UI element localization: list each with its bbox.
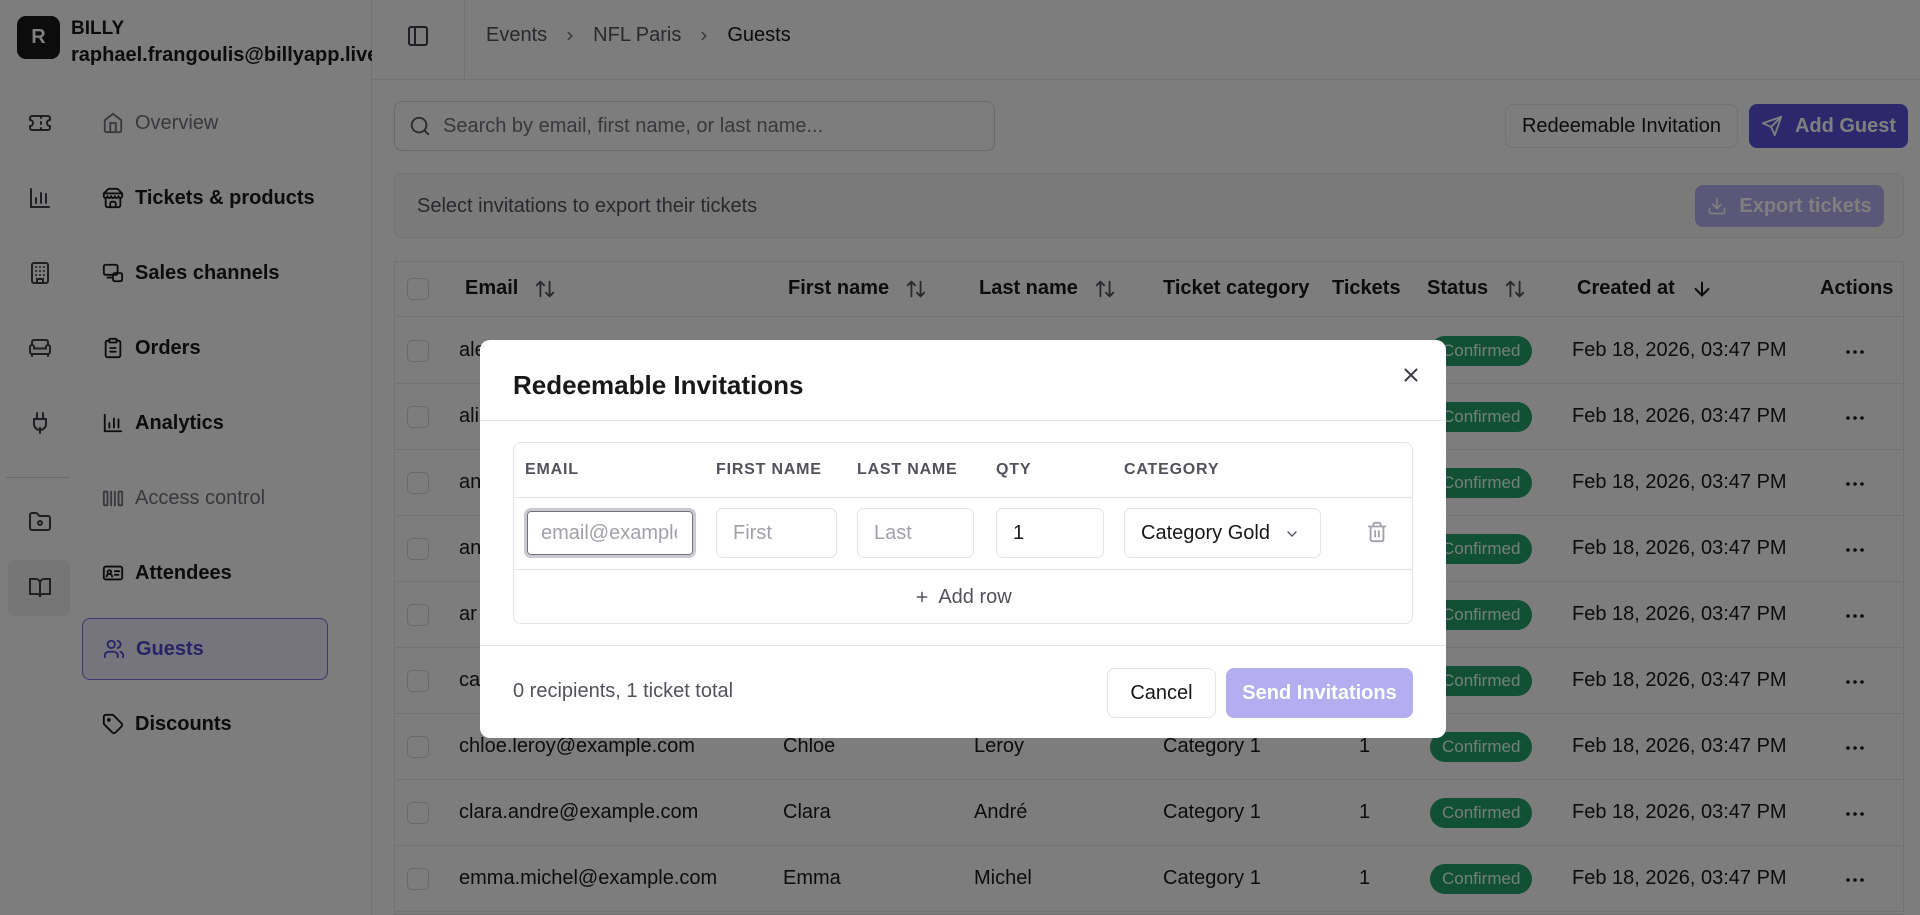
first-name-field[interactable] [716, 508, 837, 558]
qty-field[interactable] [996, 508, 1104, 558]
dialog-divider [480, 420, 1446, 421]
table-divider [514, 497, 1412, 498]
plus-icon [916, 591, 928, 603]
close-icon[interactable] [1400, 364, 1422, 386]
add-row-label: Add row [938, 585, 1012, 608]
category-select[interactable]: Category Gold [1124, 508, 1321, 558]
dialog-divider [480, 645, 1446, 646]
add-row-button[interactable]: Add row [514, 571, 1412, 623]
col-last-name: LAST NAME [857, 461, 958, 478]
trash-icon[interactable] [1366, 521, 1388, 543]
table-divider [514, 569, 1412, 570]
redeemable-invitations-dialog: Redeemable Invitations EMAIL FIRST NAME … [480, 340, 1446, 738]
col-first-name: FIRST NAME [716, 461, 822, 478]
category-value: Category Gold [1141, 521, 1270, 544]
cancel-button[interactable]: Cancel [1107, 668, 1216, 718]
recipients-summary: 0 recipients, 1 ticket total [513, 680, 734, 702]
send-invitations-button[interactable]: Send Invitations [1226, 668, 1413, 718]
col-qty: QTY [996, 461, 1032, 478]
invitation-rows-table: EMAIL FIRST NAME LAST NAME QTY CATEGORY … [513, 442, 1413, 624]
col-email: EMAIL [525, 461, 579, 478]
email-field[interactable] [524, 508, 696, 558]
chevron-down-icon [1287, 531, 1297, 537]
dialog-title: Redeemable Invitations [513, 370, 804, 400]
col-category: CATEGORY [1124, 461, 1220, 478]
last-name-field[interactable] [857, 508, 974, 558]
